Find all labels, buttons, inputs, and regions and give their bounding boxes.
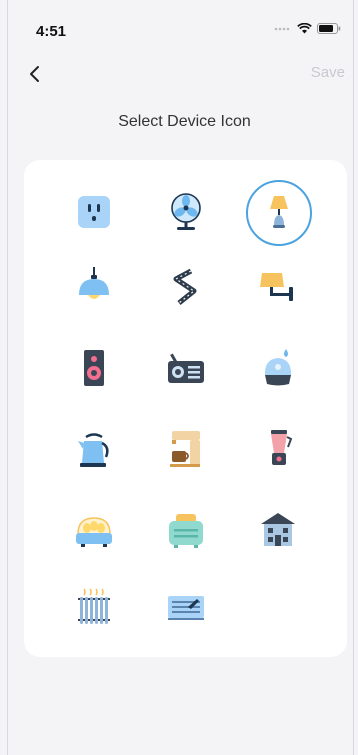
ceiling-lamp-icon bbox=[79, 267, 109, 299]
wifi-icon bbox=[297, 23, 312, 34]
icon-option-table-lamp[interactable] bbox=[246, 180, 312, 246]
icon-option-humidifier[interactable] bbox=[246, 336, 310, 400]
icon-option-air-conditioner[interactable] bbox=[154, 575, 218, 639]
blender-icon bbox=[271, 430, 293, 465]
kettle-icon bbox=[78, 433, 109, 467]
icon-option-wall-lamp[interactable] bbox=[246, 255, 310, 319]
wall-lamp-icon bbox=[260, 273, 293, 301]
icon-option-ceiling-lamp[interactable] bbox=[62, 255, 126, 319]
coffee-maker-icon bbox=[170, 431, 200, 467]
icon-option-radio[interactable] bbox=[154, 336, 218, 400]
save-button[interactable]: Save bbox=[311, 64, 345, 81]
building-icon bbox=[261, 513, 295, 546]
page-title: Select Device Icon bbox=[118, 113, 251, 130]
icon-option-radiator[interactable] bbox=[62, 575, 126, 639]
icon-option-kettle[interactable] bbox=[62, 417, 126, 481]
phone-screen: 4:51 Save Select Device Icon bbox=[8, 0, 353, 755]
status-time: 4:51 bbox=[36, 23, 67, 40]
toaster-icon bbox=[169, 514, 203, 548]
icon-option-toaster[interactable] bbox=[154, 498, 218, 562]
icon-option-speaker[interactable] bbox=[62, 336, 126, 400]
radiator-icon bbox=[78, 588, 110, 624]
radio-icon bbox=[168, 353, 204, 383]
icon-option-fan[interactable] bbox=[154, 180, 218, 244]
speaker-icon bbox=[84, 350, 104, 386]
icon-option-coffee-maker[interactable] bbox=[154, 417, 218, 481]
status-icons bbox=[274, 23, 341, 34]
icon-option-light-strip[interactable] bbox=[154, 255, 218, 319]
egg-cooker-icon bbox=[76, 517, 112, 547]
status-bar: 4:51 bbox=[8, 0, 353, 44]
icon-option-building[interactable] bbox=[246, 498, 310, 562]
signal-icon bbox=[274, 27, 290, 30]
fan-icon bbox=[171, 193, 201, 230]
icon-option-blender[interactable] bbox=[246, 417, 310, 481]
icon-grid-card bbox=[24, 160, 347, 657]
nav-bar: Save bbox=[8, 54, 353, 94]
back-button[interactable] bbox=[24, 60, 48, 88]
smart-plug-icon bbox=[78, 196, 110, 228]
battery-icon bbox=[317, 23, 341, 34]
light-strip-icon bbox=[173, 268, 197, 305]
icon-option-egg-cooker[interactable] bbox=[62, 498, 126, 562]
air-conditioner-icon bbox=[168, 596, 204, 620]
humidifier-icon bbox=[264, 349, 292, 386]
icon-option-smart-plug[interactable] bbox=[62, 180, 126, 244]
table-lamp-icon bbox=[270, 196, 288, 228]
